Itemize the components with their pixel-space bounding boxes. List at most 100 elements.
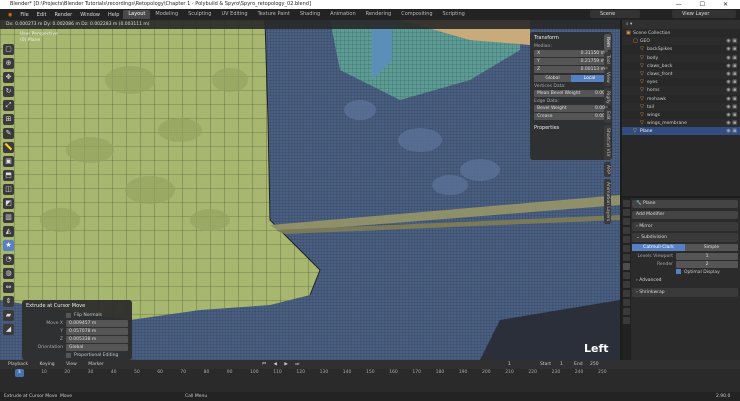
catmull-clark-button[interactable]: Catmull-Clark	[632, 244, 685, 251]
outliner-row[interactable]: ▽ tail ◉ ▣	[622, 102, 740, 111]
median-y-field[interactable]: Y 0.21759 m	[534, 58, 608, 65]
levels-viewport-row[interactable]: Levels Viewport 1	[632, 253, 738, 260]
timeline-keying-menu[interactable]: Keying	[40, 362, 55, 367]
shrinkwrap-name[interactable]: Shrinkwrap	[639, 290, 664, 295]
orientation-dropdown[interactable]: Global	[66, 344, 128, 351]
rotate-icon[interactable]: ↻	[3, 86, 14, 97]
outliner-row[interactable]: ▽ wings ◉ ▣	[622, 111, 740, 119]
timeline-view-menu[interactable]: View	[66, 362, 77, 367]
tab-rendering[interactable]: Rendering	[361, 10, 397, 19]
output-tab-icon[interactable]	[623, 218, 630, 225]
local-button[interactable]: Local	[571, 75, 608, 82]
shrink-fatten-icon[interactable]: ⇕	[3, 296, 14, 307]
material-tab-icon[interactable]	[623, 308, 630, 315]
poly-build-icon[interactable]: ★	[3, 240, 14, 251]
tab-animation[interactable]: Animation	[325, 10, 361, 19]
outliner-filter-icon[interactable]: ⌕ ▾	[626, 22, 632, 27]
view-layer-selector[interactable]: View Layer	[672, 10, 736, 18]
menu-file[interactable]: File	[16, 12, 32, 18]
render-levels-value[interactable]: 2	[676, 261, 738, 268]
median-x-field[interactable]: X 0.31150 m	[534, 50, 608, 57]
visibility-eye-icon[interactable]: ◉ ▣	[726, 111, 737, 119]
cursor-icon[interactable]: ⊕	[3, 58, 14, 69]
outliner-row[interactable]: ▽ eyes ◉ ▣	[622, 78, 740, 86]
tab-modeling[interactable]: Modeling	[150, 10, 183, 19]
tab-item[interactable]: Item	[604, 34, 611, 51]
scene-tab-icon[interactable]	[623, 236, 630, 243]
operator-panel-title[interactable]: Extrude at Cursor Move	[26, 303, 128, 309]
visibility-eye-icon[interactable]: ◉ ▣	[726, 45, 737, 53]
transform-icon[interactable]: ⊞	[3, 114, 14, 125]
outliner-row[interactable]: ▽ claws_front ◉ ▣	[622, 69, 740, 79]
tab-tool[interactable]: Tool	[604, 52, 611, 67]
timeline-ruler[interactable]: 1 0 10 20 30 40 50 60 70 80 90 100 110 120 130 140 150 1…	[0, 369, 740, 379]
transform-panel-title[interactable]: Transform	[534, 35, 608, 41]
move-y-row[interactable]: Y 0.057078 m	[26, 328, 128, 335]
orientation-row[interactable]: Orientation Global	[26, 344, 128, 351]
visibility-eye-icon[interactable]: ◉ ▣	[726, 78, 737, 86]
flip-normals-row[interactable]: Flip Normals	[26, 312, 128, 319]
advanced-subpanel[interactable]: › Advanced	[632, 277, 738, 285]
tab-sculpting[interactable]: Sculpting	[183, 10, 216, 19]
menu-edit[interactable]: Edit	[33, 12, 51, 18]
timeline-marker-menu[interactable]: Marker	[88, 362, 104, 367]
menu-render[interactable]: Render	[50, 12, 76, 18]
modifier-shrinkwrap[interactable]: › Shrinkwrap	[632, 288, 738, 297]
flip-normals-checkbox[interactable]	[66, 313, 71, 318]
shear-icon[interactable]: ▰	[3, 310, 14, 321]
smooth-icon[interactable]: ◍	[3, 268, 14, 279]
mean-bevel-weight-field[interactable]: Mean Bevel Weight 0.00	[534, 90, 608, 97]
world-tab-icon[interactable]	[623, 245, 630, 252]
move-icon[interactable]: ✥	[3, 72, 14, 83]
scale-icon[interactable]: ⤢	[3, 100, 14, 111]
tab-animation-layers[interactable]: Animation Layers	[604, 178, 611, 225]
optimal-display-row[interactable]: Optimal Display	[632, 269, 738, 276]
blender-logo-icon[interactable]: ◉	[4, 12, 16, 18]
global-button[interactable]: Global	[534, 75, 571, 82]
move-z-row[interactable]: Z 0.005338 m	[26, 336, 128, 343]
mirror-name[interactable]: Mirror	[639, 224, 652, 229]
simple-button[interactable]: Simple	[685, 244, 738, 251]
extrude-icon[interactable]: ⬒	[3, 170, 14, 181]
constraints-tab-icon[interactable]	[623, 290, 630, 297]
rip-icon[interactable]: ◢	[3, 324, 14, 335]
timeline-playback-menu[interactable]: Playback	[8, 362, 28, 367]
visibility-eye-icon[interactable]: ◉ ▣	[726, 127, 737, 135]
render-tab-icon[interactable]	[623, 209, 630, 216]
properties-subpanel-header[interactable]: Properties	[534, 125, 608, 131]
playback-controls[interactable]: ⏮ ◀ ▶ ⏭	[262, 360, 302, 369]
tab-view[interactable]: View	[604, 69, 611, 86]
optimal-display-checkbox[interactable]	[676, 269, 681, 274]
visibility-eye-icon[interactable]: ◉ ▣	[726, 119, 737, 127]
median-z-field[interactable]: Z 0.00113 m	[534, 66, 608, 73]
spin-icon[interactable]: ◔	[3, 254, 14, 265]
outliner-row[interactable]: ▽ body ◉ ▣	[622, 53, 740, 62]
outliner-row[interactable]: ▽ Plane ◉ ▣	[622, 127, 740, 136]
outliner-row[interactable]: ▣ Scene Collection	[622, 29, 740, 37]
tab-shading[interactable]: Shading	[295, 10, 325, 19]
bevel-icon[interactable]: ◩	[3, 198, 14, 209]
move-z-value[interactable]: 0.005338 m	[66, 336, 128, 343]
tab-layout[interactable]: Layout	[123, 10, 151, 19]
outliner-row[interactable]: ▽ claws_back ◉ ▣	[622, 62, 740, 70]
visibility-eye-icon[interactable]: ◉ ▣	[726, 62, 737, 70]
measure-icon[interactable]: 📏	[3, 142, 14, 153]
outliner-row[interactable]: ▢ GEO ◉ ▣	[622, 37, 740, 46]
select-box-icon[interactable]: ▢	[3, 44, 14, 55]
outliner-row[interactable]: ▽ wings_membrane ◉ ▣	[622, 119, 740, 128]
menu-help[interactable]: Help	[104, 12, 123, 18]
proportional-row[interactable]: Proportional Editing	[26, 352, 128, 359]
inset-icon[interactable]: ◫	[3, 184, 14, 195]
subdivision-name[interactable]: Subdivision	[641, 235, 667, 240]
render-levels-row[interactable]: Render 2	[632, 261, 738, 268]
loop-cut-icon[interactable]: ▥	[3, 212, 14, 223]
tab-shortcut-vur[interactable]: Shortcut VUr	[604, 125, 611, 160]
modifier-mirror[interactable]: › Mirror	[632, 222, 738, 231]
tab-uv-editing[interactable]: UV Editing	[216, 10, 252, 19]
start-value[interactable]: 1	[560, 360, 563, 369]
window-controls[interactable]: — ☐ ✕	[676, 0, 736, 9]
3d-viewport[interactable]: Dx: 0.000273 m Dy: 0.002086 m Dz: 0.0022…	[0, 20, 620, 360]
bevel-weight-field[interactable]: Bevel Weight 0.00	[534, 105, 608, 112]
tab-arp[interactable]: ARP	[604, 161, 611, 177]
visibility-eye-icon[interactable]: ◉ ▣	[726, 54, 737, 62]
